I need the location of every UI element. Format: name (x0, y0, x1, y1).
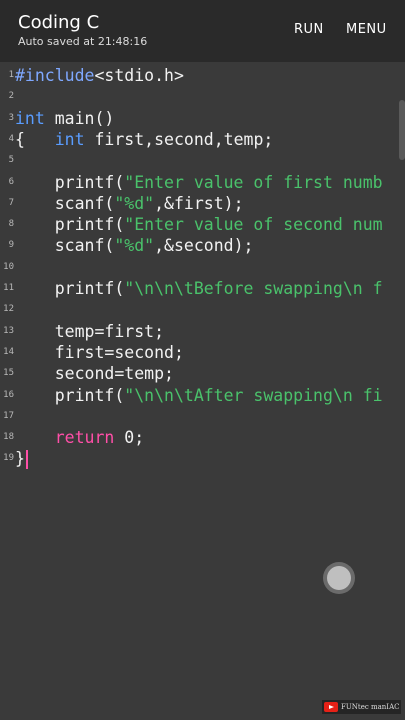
code-token: printf( (15, 172, 125, 192)
code-token: <stdio.h> (94, 66, 184, 85)
code-line[interactable]: 9 scanf("%d",&second); (0, 235, 405, 256)
line-number: 14 (3, 346, 14, 357)
code-token: first=second; (15, 342, 184, 362)
code-token: "%d" (114, 193, 155, 213)
line-number: 12 (3, 304, 14, 315)
code-text[interactable]: printf("\n\n\tBefore swapping\n f (15, 278, 383, 299)
code-token: 0; (114, 428, 145, 448)
code-token: scanf( (15, 193, 115, 213)
code-token: int (15, 108, 45, 128)
line-number: 5 (8, 155, 14, 166)
run-button[interactable]: RUN (294, 22, 324, 37)
code-token: printf( (15, 215, 125, 235)
code-token: ,&second); (154, 236, 254, 256)
code-line[interactable]: 8 printf("Enter value of second num (0, 214, 405, 235)
channel-watermark: FUNtec manIAC (322, 700, 402, 714)
code-line[interactable]: 1 #include<stdio.h> (0, 65, 405, 86)
line-number: 6 (8, 176, 14, 187)
code-token: scanf( (15, 236, 115, 256)
code-text[interactable]: temp=first; (15, 321, 164, 342)
code-text[interactable]: scanf("%d",&first); (15, 193, 244, 214)
code-token: "Enter value of first numb (124, 172, 383, 192)
line-number: 17 (3, 410, 14, 421)
text-cursor (25, 450, 28, 470)
code-line[interactable]: 14 first=second; (0, 342, 405, 363)
editor-scrollbar[interactable] (399, 100, 405, 160)
code-token: "\n\n\tBefore swapping\n f (124, 279, 383, 298)
code-token: "\n\n\tAfter swapping\n fi (124, 385, 383, 405)
line-number: 9 (8, 240, 14, 251)
code-token: return (54, 428, 115, 448)
code-line[interactable]: 18 return 0; (0, 427, 405, 448)
watermark-text: FUNtec manIAC (341, 703, 400, 711)
code-line[interactable]: 6 printf("Enter value of first numb (0, 172, 405, 193)
line-number: 16 (3, 389, 14, 400)
code-token: "%d" (114, 236, 155, 256)
line-number: 18 (3, 432, 14, 443)
code-text[interactable]: first=second; (15, 342, 184, 363)
code-line[interactable]: 3 int main() (0, 108, 405, 129)
code-line[interactable]: 19} (0, 448, 405, 470)
code-line[interactable]: 17 (0, 406, 405, 427)
code-token: { (15, 129, 55, 149)
code-line[interactable]: 15 second=temp; (0, 363, 405, 384)
code-token: } (15, 449, 25, 469)
line-number: 11 (3, 283, 14, 293)
code-line[interactable]: 16 printf("\n\n\tAfter swapping\n fi (0, 385, 405, 406)
autosave-status: Auto saved at 21:48:16 (18, 35, 148, 48)
code-text[interactable]: printf("Enter value of first numb (15, 172, 383, 193)
code-text[interactable]: int main() (15, 108, 114, 129)
code-token: int (54, 129, 85, 149)
code-token: first,second,temp; (84, 129, 274, 149)
code-text[interactable]: printf("\n\n\tAfter swapping\n fi (15, 385, 383, 406)
code-token: printf( (15, 279, 125, 298)
code-token: main() (44, 108, 115, 128)
code-line[interactable]: 5 (0, 150, 405, 171)
app-title: Coding C (18, 12, 100, 33)
code-token: printf( (15, 385, 125, 405)
code-text[interactable]: second=temp; (15, 363, 174, 384)
code-editor[interactable]: 1 #include<stdio.h> 2 3 int main() 4{ int fir… (0, 62, 405, 720)
code-line[interactable]: 11 printf("\n\n\tBefore swapping\n f (0, 278, 405, 299)
code-text[interactable]: scanf("%d",&second); (15, 235, 254, 256)
youtube-play-icon (324, 702, 338, 712)
line-number: 10 (3, 261, 14, 272)
code-line[interactable]: 10 (0, 257, 405, 278)
code-line[interactable]: 2 (0, 86, 405, 107)
code-line[interactable]: 7 scanf("%d",&first); (0, 193, 405, 214)
code-token: ,&first); (154, 193, 244, 213)
code-token: #include (15, 66, 95, 85)
code-text[interactable]: printf("Enter value of second num (15, 214, 383, 235)
line-number: 7 (8, 197, 14, 208)
line-number: 2 (8, 91, 14, 102)
app-bar: Coding C Auto saved at 21:48:16 RUN MENU (0, 0, 405, 62)
line-number: 3 (8, 112, 14, 123)
code-line[interactable]: 13 temp=first; (0, 321, 405, 342)
menu-button[interactable]: MENU (346, 22, 387, 37)
floating-action-button[interactable] (327, 566, 351, 590)
code-text[interactable]: } (15, 448, 28, 470)
line-number: 8 (8, 219, 14, 230)
code-token: second=temp; (15, 364, 174, 384)
code-text[interactable]: return 0; (15, 427, 144, 448)
code-text[interactable]: #include<stdio.h> (15, 65, 184, 86)
code-line[interactable]: 4{ int first,second,temp; (0, 129, 405, 150)
code-line[interactable]: 12 (0, 299, 405, 320)
code-text[interactable]: { int first,second,temp; (15, 129, 273, 150)
code-token: temp=first; (15, 321, 165, 341)
line-number: 15 (3, 368, 14, 379)
line-number: 1 (8, 70, 14, 80)
line-number: 13 (3, 325, 14, 336)
line-number: 4 (8, 133, 14, 144)
line-number: 19 (3, 453, 14, 464)
code-token: "Enter value of second num (124, 215, 383, 235)
